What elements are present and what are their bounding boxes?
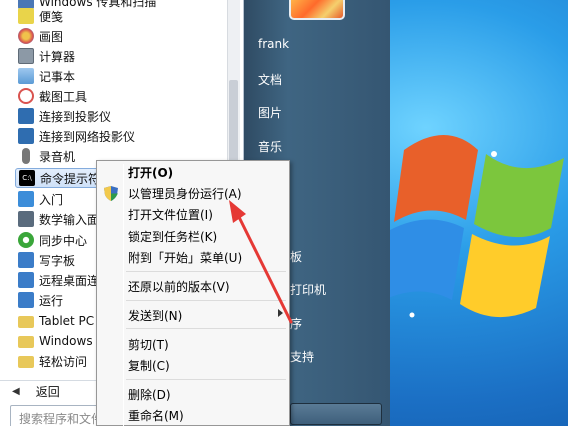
menu-separator xyxy=(126,379,286,380)
paint-icon xyxy=(18,28,34,44)
wordpad-icon xyxy=(18,252,34,268)
program-folder-tablet-pc[interactable]: Tablet PC xyxy=(18,311,94,331)
program-item-notepad[interactable]: 记事本 xyxy=(18,66,75,86)
projector-icon xyxy=(18,108,34,124)
windows-logo xyxy=(386,135,564,318)
program-item-connect-projector[interactable]: 连接到投影仪 xyxy=(18,106,111,126)
math-input-icon xyxy=(18,211,34,227)
menu-item-restore-versions[interactable]: 还原以前的版本(V) xyxy=(128,277,230,295)
program-folder-windows[interactable]: Windows xyxy=(18,331,93,351)
logo-sparkle xyxy=(491,151,497,157)
menu-item-rename[interactable]: 重命名(M) xyxy=(128,406,184,424)
logo-blue-pane xyxy=(386,219,464,300)
notepad-icon xyxy=(18,68,34,84)
right-link-pictures[interactable]: 图片 xyxy=(258,104,282,121)
menu-separator xyxy=(126,300,286,301)
program-item-calculator[interactable]: 计算器 xyxy=(18,46,75,66)
logo-sparkle xyxy=(409,312,415,318)
menu-item-pin-taskbar[interactable]: 锁定到任务栏(K) xyxy=(128,227,217,245)
getting-started-icon xyxy=(18,191,34,207)
back-label: 返回 xyxy=(35,385,60,399)
microphone-icon xyxy=(22,148,30,164)
logo-green-pane xyxy=(474,154,564,238)
right-link-default-programs[interactable]: 序 xyxy=(290,315,302,332)
right-link-help-support[interactable]: 支持 xyxy=(290,348,314,365)
folder-icon xyxy=(18,336,34,348)
program-item-network-projector[interactable]: 连接到网络投影仪 xyxy=(18,126,135,146)
menu-separator xyxy=(126,328,286,329)
program-item-run[interactable]: 运行 xyxy=(18,290,63,310)
menu-item-open[interactable]: 打开(O) xyxy=(128,163,173,181)
network-projector-icon xyxy=(18,128,34,144)
command-prompt-icon: C:\ xyxy=(19,170,35,186)
program-folder-ease-of-access[interactable]: 轻松访问 xyxy=(18,351,87,371)
menu-item-run-as-admin[interactable]: 以管理员身份运行(A) xyxy=(128,184,242,202)
menu-separator xyxy=(126,271,286,272)
submenu-arrow-icon xyxy=(278,309,283,317)
program-item-snipping-tool[interactable]: 截图工具 xyxy=(18,86,87,106)
program-item-getting-started[interactable]: 入门 xyxy=(18,189,63,209)
snipping-tool-icon xyxy=(18,88,34,104)
run-icon xyxy=(18,292,34,308)
folder-icon xyxy=(18,316,34,328)
folder-icon xyxy=(18,356,34,368)
program-item-sound-recorder[interactable]: 录音机 xyxy=(18,146,75,166)
sticky-note-icon xyxy=(18,8,34,24)
right-link-documents[interactable]: 文档 xyxy=(258,71,282,88)
menu-item-open-file-location[interactable]: 打开文件位置(I) xyxy=(128,205,213,223)
calculator-icon xyxy=(18,48,34,64)
logo-yellow-pane xyxy=(460,234,550,318)
shutdown-button[interactable] xyxy=(290,403,382,425)
menu-item-copy[interactable]: 复制(C) xyxy=(128,356,170,374)
program-item-paint[interactable]: 画图 xyxy=(18,26,63,46)
program-item-sticky-notes[interactable]: 便笺 xyxy=(18,6,63,26)
right-link-control-panel[interactable]: 板 xyxy=(290,248,302,265)
right-link-devices-printers[interactable]: 打印机 xyxy=(290,281,326,298)
right-link-user[interactable]: frank xyxy=(258,37,289,51)
menu-item-delete[interactable]: 删除(D) xyxy=(128,385,171,403)
program-item-wordpad[interactable]: 写字板 xyxy=(18,250,75,270)
back-arrow-icon: ◀ xyxy=(12,386,20,397)
right-link-music[interactable]: 音乐 xyxy=(258,138,282,155)
program-item-command-prompt[interactable]: C:\ 命令提示符 xyxy=(15,168,105,188)
program-item-sync-center[interactable]: 同步中心 xyxy=(18,230,87,250)
menu-item-send-to[interactable]: 发送到(N) xyxy=(128,306,182,324)
logo-red-pane xyxy=(394,135,478,222)
uac-shield-icon xyxy=(104,186,118,201)
menu-item-cut[interactable]: 剪切(T) xyxy=(128,335,169,353)
sync-center-icon xyxy=(18,232,34,248)
menu-icon-gutter xyxy=(123,164,124,426)
remote-desktop-icon xyxy=(18,272,34,288)
user-avatar[interactable] xyxy=(289,0,345,20)
menu-item-pin-start[interactable]: 附到「开始」菜单(U) xyxy=(128,248,242,266)
